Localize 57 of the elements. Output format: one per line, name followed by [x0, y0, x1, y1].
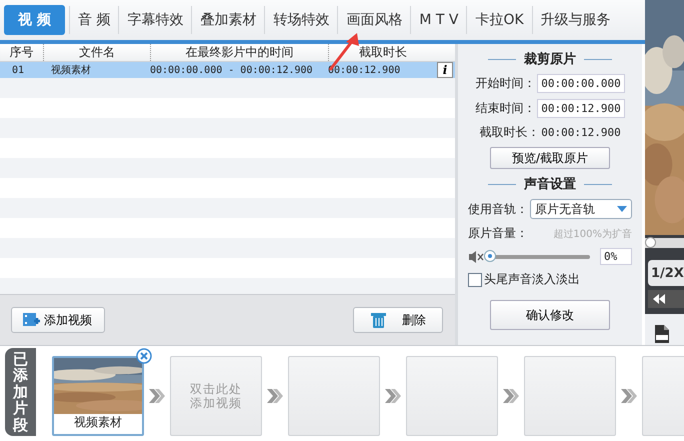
- delete-button[interactable]: 删除: [353, 307, 443, 333]
- empty-slot[interactable]: [406, 356, 498, 436]
- tab[interactable]: 视 频: [4, 5, 65, 35]
- field-label: 使用音轨：: [468, 200, 528, 218]
- field-label: 开始时间：: [475, 75, 536, 92]
- column-header: 在最终影片中的时间: [150, 44, 328, 61]
- info-button[interactable]: i: [437, 62, 453, 78]
- checkbox-label: 头尾声音淡入淡出: [484, 271, 580, 288]
- volume-field[interactable]: 0%: [600, 248, 632, 265]
- fade-checkbox[interactable]: [468, 272, 482, 286]
- tab[interactable]: 音 频: [68, 6, 118, 34]
- new-file-icon: [654, 324, 670, 344]
- chevron-icon: [267, 387, 283, 405]
- table-cell-text: 00:00:00.000 - 00:00:12.900: [150, 64, 314, 76]
- section-title: 声音设置: [468, 175, 632, 193]
- close-icon: [136, 348, 152, 364]
- field-label: 原片音量：: [468, 225, 528, 242]
- add-video-button[interactable]: 添加视频: [11, 307, 105, 333]
- duration-value: 00:00:12.900: [541, 126, 621, 139]
- rewind-icon: [653, 293, 665, 305]
- chevron-icon: [503, 387, 519, 405]
- tab[interactable]: 叠加素材: [191, 6, 264, 34]
- time-field[interactable]: 00:00:00.000: [537, 74, 625, 93]
- preview-button[interactable]: 预览/截取原片: [490, 147, 610, 169]
- slot-hint: 双击此处 添加视频: [190, 382, 242, 410]
- side-tab[interactable]: 已添加片段: [5, 348, 36, 436]
- track-dropdown[interactable]: 原片无音轨: [530, 199, 632, 219]
- tab[interactable]: 字幕特效: [118, 6, 192, 34]
- time-field[interactable]: 00:00:12.900: [537, 99, 625, 118]
- confirm-button[interactable]: 确认修改: [490, 300, 610, 330]
- tab[interactable]: 转场特效: [264, 6, 338, 34]
- chevron-icon: [149, 387, 165, 405]
- empty-slot[interactable]: [524, 356, 616, 436]
- tab[interactable]: 卡拉OK: [466, 6, 532, 34]
- trash-icon: [370, 311, 388, 329]
- tab[interactable]: 画面风格: [337, 6, 410, 34]
- chevron-icon: [621, 387, 637, 405]
- field-label: 结束时间：: [475, 100, 536, 117]
- video-clip[interactable]: 视频素材: [52, 356, 144, 436]
- tab[interactable]: 升级与服务: [532, 6, 619, 34]
- column-header: 文件名: [43, 44, 150, 61]
- progress-slider[interactable]: [645, 237, 656, 248]
- volume-slider[interactable]: [484, 250, 496, 262]
- tab[interactable]: M T V: [410, 6, 466, 34]
- caret-icon: [617, 206, 627, 212]
- field-label: 截取时长：: [479, 124, 540, 141]
- table-cell-text: 视频素材: [50, 64, 92, 77]
- table-cell-text: 01: [11, 64, 26, 76]
- table-row[interactable]: 01 视频素材 00:00:00.000 - 00:00:12.900 00:00:12.900 i: [0, 62, 455, 78]
- table-cell-text: 00:00:12.900: [328, 64, 402, 76]
- section-title: 裁剪原片: [468, 50, 632, 68]
- speed-button[interactable]: 1/2X: [648, 260, 684, 286]
- chevron-icon: [385, 387, 401, 405]
- film-add-icon: [22, 311, 40, 329]
- empty-slot[interactable]: [288, 356, 380, 436]
- column-header: 序号: [8, 44, 34, 61]
- volume-hint: 超过100%为扩音: [553, 228, 632, 240]
